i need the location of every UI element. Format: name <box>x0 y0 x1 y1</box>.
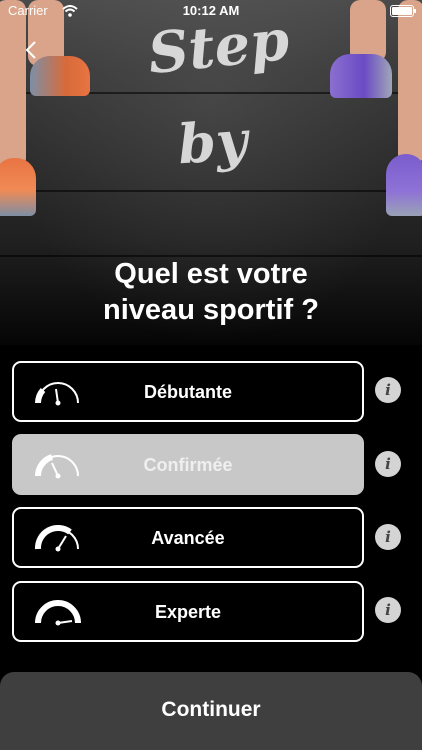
stair-edge <box>0 190 422 192</box>
level-label: Débutante <box>143 382 232 402</box>
right-shoe-upper <box>330 54 392 98</box>
status-time: 10:12 AM <box>182 3 240 18</box>
level-option-experte[interactable]: Experte <box>12 581 364 642</box>
status-bar: Carrier 10:12 AM <box>0 0 422 22</box>
level-option-debutante[interactable]: Débutante <box>12 361 364 422</box>
title-line: Quel est votre <box>114 258 308 290</box>
level-option-avancee[interactable]: Avancée <box>12 507 364 568</box>
level-option-confirmee[interactable]: Confirmée <box>12 434 364 495</box>
level-label: Confirmée <box>143 455 233 475</box>
continue-button[interactable]: Continuer <box>0 672 422 750</box>
level-label: Avancée <box>151 528 225 548</box>
info-icon[interactable]: i <box>375 597 401 623</box>
info-icon[interactable]: i <box>375 524 401 550</box>
right-shoe-lower <box>386 154 422 216</box>
title-line: niveau sportif ? <box>103 294 319 326</box>
back-chevron-icon[interactable] <box>22 40 42 60</box>
info-icon[interactable]: i <box>375 377 401 403</box>
chalk-text-by: by <box>175 107 250 177</box>
page-title: Quel est votre niveau sportif ? <box>0 256 422 328</box>
level-label: Experte <box>154 602 222 622</box>
left-leg-lower <box>0 0 26 168</box>
info-icon[interactable]: i <box>375 451 401 477</box>
battery-icon <box>390 5 416 17</box>
left-shoe-lower <box>0 158 36 216</box>
right-leg-lower <box>398 0 422 164</box>
left-shoe-upper <box>30 56 90 96</box>
